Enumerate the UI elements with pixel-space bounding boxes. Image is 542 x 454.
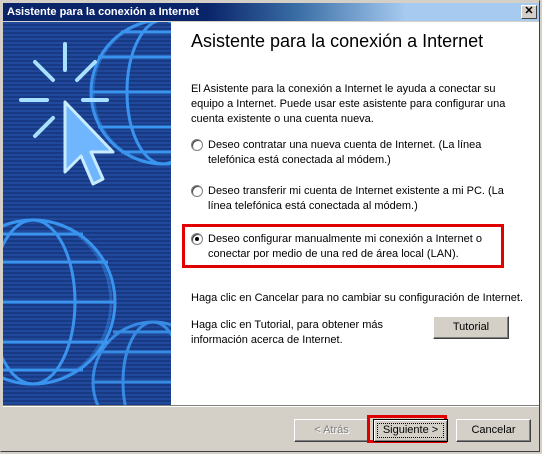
wizard-content: Asistente para la conexión a Internet El… <box>171 22 539 405</box>
wizard-window: Asistente para la conexión a Internet ✕ <box>0 0 540 452</box>
next-button[interactable]: Siguiente > <box>373 419 448 442</box>
intro-text: El Asistente para la conexión a Internet… <box>191 83 506 125</box>
cancel-info-text: Haga clic en Cancelar para no cambiar su… <box>191 292 524 304</box>
title-bar[interactable]: Asistente para la conexión a Internet ✕ <box>3 3 539 21</box>
page-title: Asistente para la conexión a Internet <box>191 31 484 51</box>
option-label: Deseo configurar manualmente mi conexión… <box>208 233 482 260</box>
window-title: Asistente para la conexión a Internet <box>7 6 199 18</box>
radio-transfer-account[interactable] <box>191 185 203 197</box>
next-button-label: Siguiente > <box>382 424 439 436</box>
close-button[interactable]: ✕ <box>521 5 537 19</box>
option-label: Deseo transferir mi cuenta de Internet e… <box>208 185 504 212</box>
radio-manual-lan[interactable] <box>191 233 203 245</box>
radio-selected-dot <box>195 237 199 241</box>
globe-cursor-icon <box>3 22 171 405</box>
footer-divider-highlight <box>3 406 539 407</box>
tutorial-info-text: Haga clic en Tutorial, para obtener más … <box>191 319 383 346</box>
option-label: Deseo contratar una nueva cuenta de Inte… <box>208 139 482 166</box>
wizard-banner <box>3 22 171 405</box>
back-button[interactable]: < Atrás <box>294 419 369 442</box>
radio-new-account[interactable] <box>191 139 203 151</box>
tutorial-button[interactable]: Tutorial <box>433 316 509 339</box>
cancel-button[interactable]: Cancelar <box>456 419 531 442</box>
